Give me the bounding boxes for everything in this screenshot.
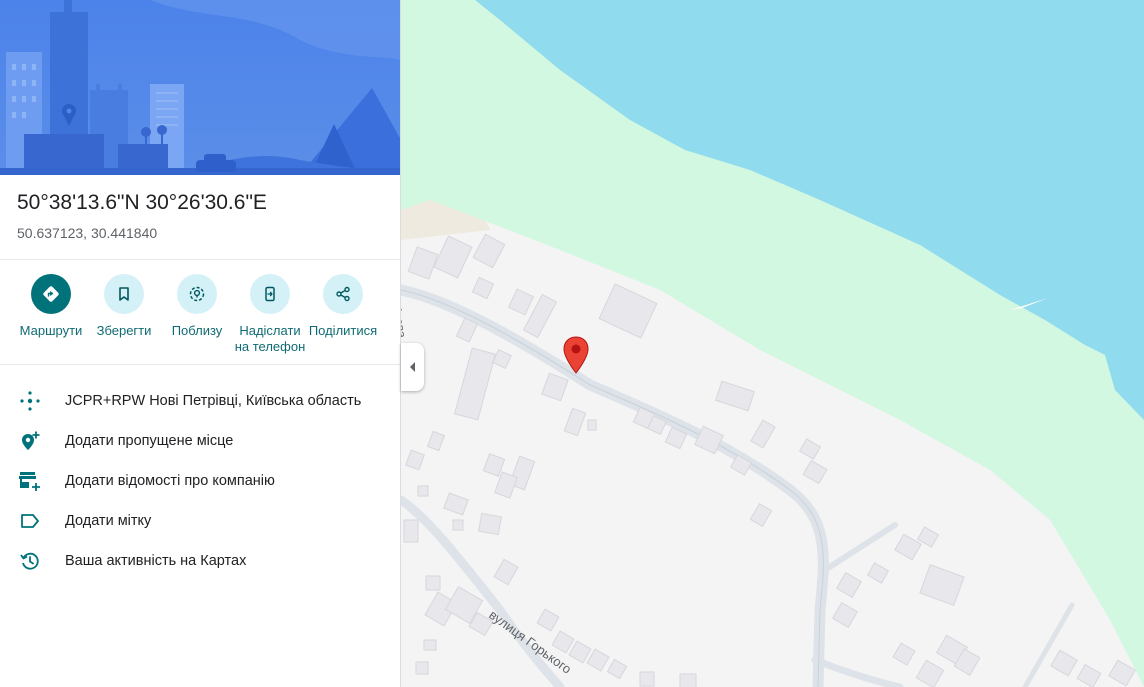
- save-label: Зберегти: [96, 323, 152, 338]
- history-icon: [16, 549, 44, 573]
- send-to-phone-label: Надіслати на телефон: [234, 323, 306, 354]
- share-icon: [323, 274, 363, 314]
- bookmark-icon: [104, 274, 144, 314]
- maps-activity-text: Ваша активність на Картах: [65, 553, 247, 569]
- share-button[interactable]: Поділитися: [305, 274, 381, 339]
- nearby-icon: [177, 274, 217, 314]
- directions-label: Маршрути: [19, 323, 83, 338]
- divider: [0, 259, 400, 260]
- nearby-label: Поблизу: [171, 323, 223, 338]
- maps-activity-row[interactable]: Ваша активність на Картах: [0, 541, 400, 581]
- place-title-coordinates: 50°38'13.6"N 30°26'30.6"E: [17, 191, 267, 214]
- location-pin-icon[interactable]: [563, 336, 589, 374]
- directions-button[interactable]: Маршрути: [13, 274, 89, 339]
- add-label-text: Додати мітку: [65, 513, 152, 529]
- divider: [0, 364, 400, 365]
- place-side-panel: 50°38'13.6"N 30°26'30.6"E 50.637123, 30.…: [0, 0, 401, 687]
- hero-illustration: [0, 0, 400, 175]
- decimal-coordinates[interactable]: 50.637123, 30.441840: [17, 225, 157, 241]
- nearby-button[interactable]: Поблизу: [159, 274, 235, 339]
- send-to-phone-button[interactable]: Надіслати на телефон: [232, 274, 308, 355]
- add-missing-place-text: Додати пропущене місце: [65, 433, 234, 449]
- plus-code-row[interactable]: JCPR+RPW Нові Петрівці, Київська область: [0, 381, 400, 421]
- add-business-row[interactable]: Додати відомості про компанію: [0, 461, 400, 501]
- label-icon: [16, 509, 44, 533]
- save-button[interactable]: Зберегти: [86, 274, 162, 339]
- share-label: Поділитися: [308, 323, 378, 338]
- add-business-text: Додати відомості про компанію: [65, 473, 275, 489]
- add-label-row[interactable]: Додати мітку: [0, 501, 400, 541]
- send-to-phone-icon: [250, 274, 290, 314]
- add-missing-place-row[interactable]: Додати пропущене місце: [0, 421, 400, 461]
- plus-code-icon: [16, 389, 44, 413]
- plus-code-text: JCPR+RPW Нові Петрівці, Київська область: [65, 393, 362, 409]
- directions-icon: [31, 274, 71, 314]
- add-business-icon: [16, 469, 44, 493]
- google-maps-window: ірова вулиця Горького: [0, 0, 1144, 687]
- add-place-icon: [16, 429, 44, 453]
- chevron-left-icon: [409, 362, 415, 372]
- collapse-panel-button[interactable]: [401, 343, 424, 391]
